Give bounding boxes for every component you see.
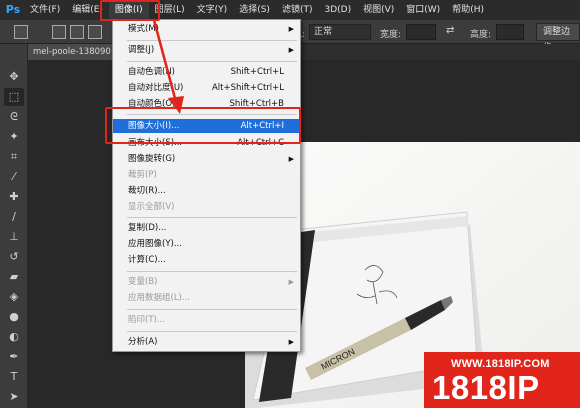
- menu-filter[interactable]: 滤镜(T): [276, 0, 319, 20]
- menu-item-label: 裁切(R)...: [128, 186, 166, 196]
- menu-file[interactable]: 文件(F): [24, 0, 66, 20]
- crop-tool-icon[interactable]: ⌗: [4, 148, 24, 166]
- menu-separator: [127, 309, 297, 310]
- tools-panel: ✥ ⬚ ᘓ ✦ ⌗ ⁄ ✚ ∕ ⊥ ↺ ▰ ◈ ● ◐ ✒ T ➤: [0, 44, 28, 408]
- menu-item-crop: 裁剪(P): [113, 168, 300, 182]
- menu-type[interactable]: 文字(Y): [191, 0, 234, 20]
- document-tab[interactable]: mel-poole-138090: [28, 44, 116, 60]
- menu-item-image-rotation[interactable]: 图像旋转(G) ▶: [113, 152, 300, 166]
- lasso-tool-icon[interactable]: ᘓ: [4, 108, 24, 126]
- menu-item-label: 图像旋转(G): [128, 154, 176, 164]
- menu-item-analysis[interactable]: 分析(A) ▶: [113, 335, 300, 349]
- menu-window[interactable]: 窗口(W): [400, 0, 446, 20]
- menu-separator: [127, 331, 297, 332]
- width-label: 宽度:: [380, 30, 402, 40]
- image-menu-dropdown: 模式(M) ▶ 调整(J) ▶ 自动色调(N) Shift+Ctrl+L 自动对比度(…: [112, 19, 301, 352]
- menu-item-adjustments[interactable]: 调整(J) ▶: [113, 43, 300, 57]
- healing-brush-tool-icon[interactable]: ✚: [4, 188, 24, 206]
- menu-item-auto-contrast[interactable]: 自动对比度(U) Alt+Shift+Ctrl+L: [113, 81, 300, 95]
- path-selection-tool-icon[interactable]: ➤: [4, 388, 24, 406]
- height-label: 高度:: [470, 30, 492, 40]
- style-select[interactable]: 正常: [309, 24, 371, 40]
- menu-view[interactable]: 视图(V): [357, 0, 400, 20]
- watermark-logo: 1818IP: [432, 369, 540, 406]
- menubar: Ps 文件(F) 编辑(E) 图像(I) 图层(L) 文字(Y) 选择(S) 滤…: [0, 0, 580, 20]
- submenu-arrow-icon: ▶: [288, 338, 294, 346]
- menu-item-calculations[interactable]: 计算(C)...: [113, 253, 300, 267]
- menu-item-shortcut: Alt+Shift+Ctrl+L: [211, 83, 284, 93]
- submenu-arrow-icon: ▶: [288, 278, 294, 286]
- menu-item-label: 变量(B): [128, 277, 158, 287]
- magic-wand-tool-icon[interactable]: ✦: [4, 128, 24, 146]
- brush-tool-icon[interactable]: ∕: [4, 208, 24, 226]
- submenu-arrow-icon: ▶: [288, 46, 294, 54]
- clone-stamp-tool-icon[interactable]: ⊥: [4, 228, 24, 246]
- menu-separator: [127, 217, 297, 218]
- menu-item-duplicate[interactable]: 复制(D)...: [113, 221, 300, 235]
- annotation-box-image-size: [105, 107, 301, 144]
- history-brush-tool-icon[interactable]: ↺: [4, 248, 24, 266]
- eyedropper-tool-icon[interactable]: ⁄: [4, 168, 24, 186]
- move-tool-icon[interactable]: ✥: [4, 68, 24, 86]
- new-selection-icon[interactable]: [52, 25, 66, 39]
- width-input[interactable]: [406, 24, 436, 40]
- refine-edge-button[interactable]: 调整边缘: [536, 23, 580, 53]
- blur-tool-icon[interactable]: ●: [4, 308, 24, 326]
- type-tool-icon[interactable]: T: [4, 368, 24, 386]
- menu-item-apply-data-set: 应用数据组(L)...: [113, 291, 300, 305]
- height-input[interactable]: [496, 24, 524, 40]
- photoshop-logo: Ps: [5, 3, 21, 16]
- add-selection-icon[interactable]: [70, 25, 84, 39]
- menu-item-mode[interactable]: 模式(M) ▶: [113, 22, 300, 36]
- pen-tool-icon[interactable]: ✒: [4, 348, 24, 366]
- subtract-selection-icon[interactable]: [88, 25, 102, 39]
- menu-separator: [127, 271, 297, 272]
- menu-item-label: 显示全部(V): [128, 202, 175, 212]
- menu-item-apply-image[interactable]: 应用图像(Y)...: [113, 237, 300, 251]
- marquee-tool-icon[interactable]: ⬚: [4, 88, 24, 106]
- submenu-arrow-icon: ▶: [288, 155, 294, 163]
- menu-item-label: 裁剪(P): [128, 170, 157, 180]
- menu-select[interactable]: 选择(S): [233, 0, 276, 20]
- eraser-tool-icon[interactable]: ▰: [4, 268, 24, 286]
- annotation-arrow-icon: [152, 19, 184, 114]
- menu-item-label: 应用图像(Y)...: [128, 239, 182, 249]
- menu-item-trap: 陷印(T)...: [113, 313, 300, 327]
- menu-item-auto-tone[interactable]: 自动色调(N) Shift+Ctrl+L: [113, 65, 300, 79]
- menu-item-trim[interactable]: 裁切(R)...: [113, 184, 300, 198]
- dodge-tool-icon[interactable]: ◐: [4, 328, 24, 346]
- menu-3d[interactable]: 3D(D): [318, 0, 357, 20]
- menu-item-label: 应用数据组(L)...: [128, 293, 190, 303]
- menu-item-label: 计算(C)...: [128, 255, 166, 265]
- menu-item-label: 陷印(T)...: [128, 315, 165, 325]
- paint-bucket-tool-icon[interactable]: ◈: [4, 288, 24, 306]
- swap-icon[interactable]: ⇄: [446, 25, 454, 36]
- menu-item-label: 分析(A): [128, 337, 158, 347]
- menu-item-variables: 变量(B) ▶: [113, 275, 300, 289]
- submenu-arrow-icon: ▶: [288, 25, 294, 33]
- menu-item-label: 复制(D)...: [128, 223, 167, 233]
- menu-item-reveal-all: 显示全部(V): [113, 200, 300, 214]
- menu-help[interactable]: 帮助(H): [446, 0, 490, 20]
- menu-item-shortcut: Shift+Ctrl+L: [230, 67, 284, 77]
- marquee-preset-icon[interactable]: [14, 25, 28, 39]
